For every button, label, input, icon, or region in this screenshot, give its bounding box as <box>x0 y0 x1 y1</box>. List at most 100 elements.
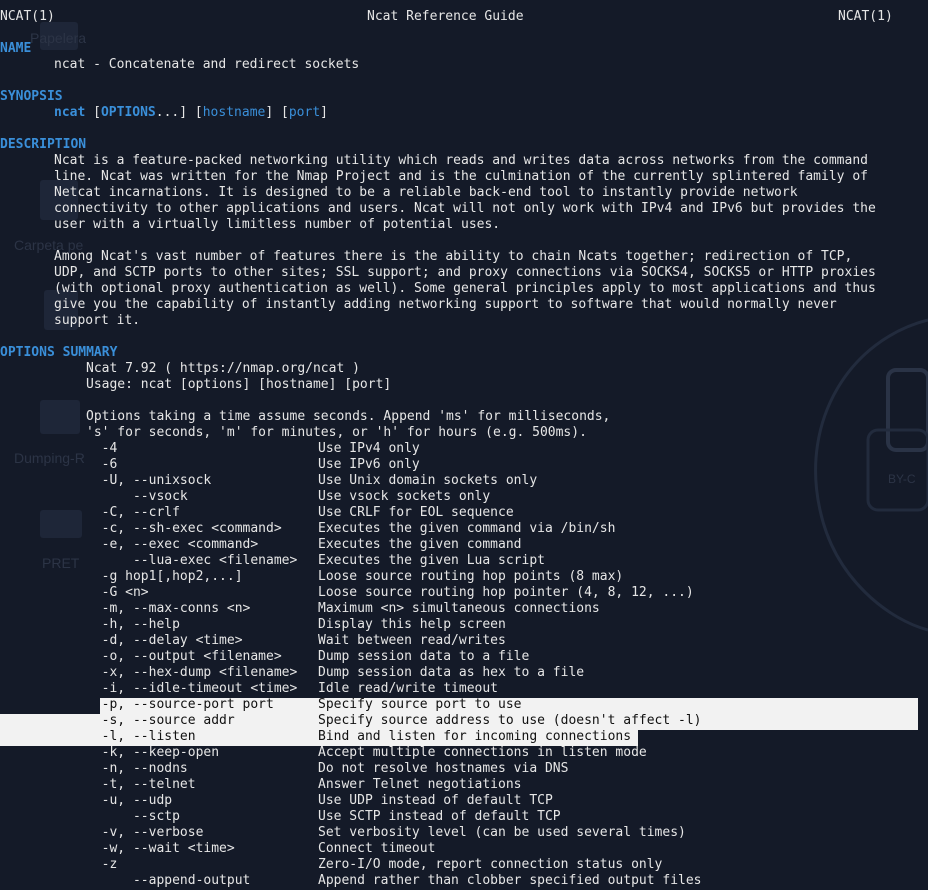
option-description: Executes the given Lua script <box>318 553 545 568</box>
option-description: Loose source routing hop points (8 max) <box>318 569 624 584</box>
option-row: -k, --keep-open Accept multiple connectio… <box>86 745 916 761</box>
name-text: ncat - Concatenate and redirect sockets <box>54 57 360 72</box>
option-row: -G <n> Loose source routing hop pointer (… <box>86 585 916 601</box>
option-flag: -o, --output <filename> <box>86 649 282 664</box>
option-row: --sctp Use SCTP instead of default TCP <box>86 809 916 825</box>
option-flag: --append-output <box>86 873 251 888</box>
time-note-line: Options taking a time assume seconds. Ap… <box>86 409 611 424</box>
description-line: connectivity to other applications and u… <box>54 201 876 216</box>
option-description: Use CRLF for EOL sequence <box>318 505 514 520</box>
option-flag: -p, --source-port port <box>86 697 274 712</box>
option-description: Answer Telnet negotiations <box>318 777 522 792</box>
option-flag: -x, --hex-dump <filename> <box>86 665 298 680</box>
header-center: Ncat Reference Guide <box>367 9 524 24</box>
option-row: -u, --udp Use UDP instead of default TCP <box>86 793 916 809</box>
description-line: Among Ncat's vast number of features the… <box>54 249 853 264</box>
synopsis-command: ncat <box>54 105 86 120</box>
option-flag: -h, --help <box>86 617 180 632</box>
option-row: -n, --nodns Do not resolve hostnames via … <box>86 761 916 777</box>
description-line: user with a virtually limitless number o… <box>54 217 501 232</box>
terminal-man-page[interactable]: NCAT(1) Ncat Reference Guide NCAT(1) NAM… <box>0 0 928 890</box>
section-options-summary-heading: OPTIONS SUMMARY <box>0 345 118 360</box>
option-description: Idle read/write timeout <box>318 681 499 696</box>
option-row: -6 Use IPv6 only <box>86 457 916 473</box>
option-row: -e, --exec <command> Executes the given c… <box>86 537 916 553</box>
option-flag: --lua-exec <filename> <box>86 553 298 568</box>
option-row: --vsock Use vsock sockets only <box>86 489 916 505</box>
option-row: -c, --sh-exec <command> Executes the give… <box>86 521 916 537</box>
option-flag: -z <box>86 857 118 872</box>
option-flag: -n, --nodns <box>86 761 188 776</box>
option-description: Use IPv4 only <box>318 441 420 456</box>
option-row: -o, --output <filename> Dump session data… <box>86 649 916 665</box>
option-row: -g hop1[,hop2,...] Loose source routing h… <box>86 569 916 585</box>
option-flag: -g hop1[,hop2,...] <box>86 569 243 584</box>
option-flag: --sctp <box>86 809 180 824</box>
option-row: -i, --idle-timeout <time> Idle read/write… <box>86 681 916 697</box>
option-description: Executes the given command <box>318 537 522 552</box>
option-description: Use IPv6 only <box>318 457 420 472</box>
option-row: -p, --source-port port Specify source por… <box>86 697 916 713</box>
option-description: Bind and listen for incoming connections <box>318 729 632 744</box>
description-line: Ncat is a feature-packed networking util… <box>54 153 868 168</box>
option-description: Connect timeout <box>318 841 436 856</box>
option-description: Executes the given command via /bin/sh <box>318 521 616 536</box>
option-flag: -e, --exec <command> <box>86 537 259 552</box>
option-description: Use SCTP instead of default TCP <box>318 809 561 824</box>
description-line: UDP, and SCTP ports to other sites; SSL … <box>54 265 876 280</box>
option-row: -s, --source addr Specify source address … <box>86 713 916 729</box>
option-row: --lua-exec <filename> Executes the given … <box>86 553 916 569</box>
option-row: -w, --wait <time> Connect timeout <box>86 841 916 857</box>
option-row: --append-output Append rather than clobbe… <box>86 873 916 889</box>
option-flag: -G <n> <box>86 585 149 600</box>
description-line: (with optional proxy authentication as w… <box>54 281 876 296</box>
option-description: Loose source routing hop pointer (4, 8, … <box>318 585 694 600</box>
synopsis-port: port <box>288 105 321 120</box>
option-flag: -6 <box>86 457 118 472</box>
option-flag: -c, --sh-exec <command> <box>86 521 282 536</box>
option-flag: -t, --telnet <box>86 777 196 792</box>
option-description: Accept multiple connections in listen mo… <box>318 745 647 760</box>
option-flag: -C, --crlf <box>86 505 180 520</box>
option-description: Set verbosity level (can be used several… <box>318 825 686 840</box>
version-line: Ncat 7.92 ( https://nmap.org/ncat ) <box>86 361 360 376</box>
synopsis-line: ncat [OPTIONS...] [hostname] [port] <box>54 105 328 120</box>
option-row: -t, --telnet Answer Telnet negotiations <box>86 777 916 793</box>
option-flag: -s, --source addr <box>86 713 235 728</box>
option-row: -d, --delay <time> Wait between read/writ… <box>86 633 916 649</box>
option-description: Use UDP instead of default TCP <box>318 793 553 808</box>
option-flag: -d, --delay <time> <box>86 633 243 648</box>
option-row: -m, --max-conns <n> Maximum <n> simultane… <box>86 601 916 617</box>
usage-line: Usage: ncat [options] [hostname] [port] <box>86 377 392 392</box>
option-description: Dump session data as hex to a file <box>318 665 585 680</box>
option-row: -x, --hex-dump <filename> Dump session da… <box>86 665 916 681</box>
option-description: Display this help screen <box>318 617 506 632</box>
option-flag: -k, --keep-open <box>86 745 220 760</box>
option-description: Dump session data to a file <box>318 649 530 664</box>
option-flag: -w, --wait <time> <box>86 841 235 856</box>
option-description: Use Unix domain sockets only <box>318 473 538 488</box>
option-description: Specify source port to use <box>318 697 522 712</box>
header-right: NCAT(1) <box>838 9 893 24</box>
option-flag: -m, --max-conns <n> <box>86 601 251 616</box>
option-row: -z Zero-I/O mode, report connection statu… <box>86 857 916 873</box>
option-description: Use vsock sockets only <box>318 489 491 504</box>
synopsis-hostname: hostname <box>202 105 266 120</box>
option-flag: -U, --unixsock <box>86 473 212 488</box>
option-row: -v, --verbose Set verbosity level (can be… <box>86 825 916 841</box>
option-description: Specify source address to use (doesn't a… <box>318 713 702 728</box>
description-line: line. Ncat was written for the Nmap Proj… <box>54 169 868 184</box>
option-flag: -i, --idle-timeout <time> <box>86 681 298 696</box>
option-description: Do not resolve hostnames via DNS <box>318 761 569 776</box>
time-note-line: 's' for seconds, 'm' for minutes, or 'h'… <box>86 425 587 440</box>
option-row: -4 Use IPv4 only <box>86 441 916 457</box>
section-description-heading: DESCRIPTION <box>0 137 87 152</box>
header-left: NCAT(1) <box>0 9 55 24</box>
option-flag: -v, --verbose <box>86 825 204 840</box>
section-name-heading: NAME <box>0 41 32 56</box>
description-line: Netcat incarnations. It is designed to b… <box>54 185 798 200</box>
option-flag: -l, --listen <box>86 729 196 744</box>
option-flag: -u, --udp <box>86 793 173 808</box>
option-description: Zero-I/O mode, report connection status … <box>318 857 663 872</box>
option-description: Maximum <n> simultaneous connections <box>318 601 600 616</box>
